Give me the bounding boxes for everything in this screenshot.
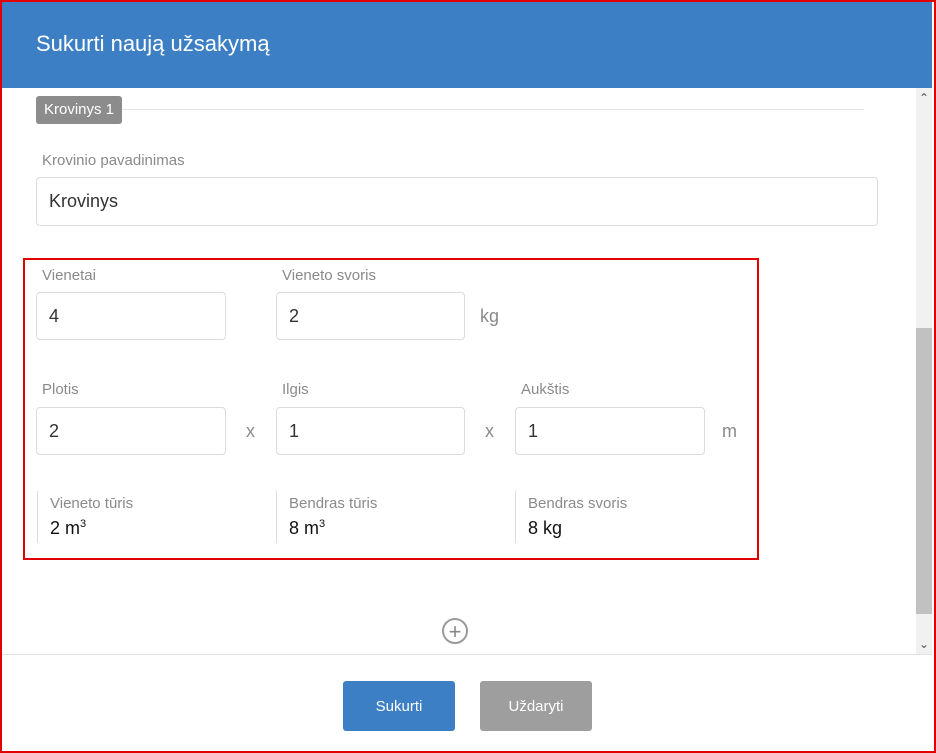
dialog-title: Sukurti naują užsakymą	[36, 31, 270, 56]
height-label: Aukštis	[521, 381, 570, 398]
length-input[interactable]	[276, 407, 465, 455]
unit-volume-stat: Vieneto tūris 2 m3	[37, 491, 133, 543]
total-weight-stat: Bendras svoris 8 kg	[515, 491, 627, 543]
section-divider	[36, 109, 864, 110]
cargo-section-label: Krovinys 1	[36, 96, 123, 124]
create-button[interactable]: Sukurti	[343, 681, 455, 731]
cargo-name-input[interactable]	[36, 177, 878, 226]
unit-weight-input[interactable]	[276, 292, 465, 340]
width-input[interactable]	[36, 407, 226, 455]
cargo-name-label: Krovinio pavadinimas	[42, 152, 185, 169]
scroll-down-arrow-icon[interactable]: ⌄	[916, 634, 932, 654]
plus-circle-icon: +	[448, 619, 462, 644]
unit-volume-label: Vieneto tūris	[50, 495, 134, 512]
scroll-up-arrow-icon[interactable]: ⌃	[916, 88, 932, 108]
scrollbar-thumb[interactable]	[916, 328, 932, 614]
times-symbol-1: x	[246, 421, 255, 441]
total-volume-stat: Bendras tūris 8 m3	[276, 491, 377, 543]
width-label: Plotis	[42, 381, 79, 398]
dialog-header: Sukurti naują užsakymą	[2, 2, 932, 88]
total-volume-label: Bendras tūris	[289, 495, 378, 512]
units-label: Vienetai	[42, 267, 96, 284]
length-label: Ilgis	[282, 381, 309, 398]
total-weight-value: 8 kg	[528, 518, 563, 538]
weight-unit: kg	[480, 306, 500, 326]
total-volume-value: 8 m3	[289, 518, 326, 538]
times-symbol-2: x	[485, 421, 494, 441]
units-input[interactable]	[36, 292, 226, 340]
close-button[interactable]: Uždaryti	[480, 681, 592, 731]
add-cargo-button[interactable]: +	[442, 618, 468, 644]
unit-volume-value: 2 m3	[50, 518, 87, 538]
dimension-unit: m	[722, 421, 737, 441]
vertical-scrollbar[interactable]: ⌃ ⌄	[916, 88, 932, 654]
dialog-content: Krovinys 1 Krovinio pavadinimas Vienetai…	[2, 88, 916, 654]
total-weight-label: Bendras svoris	[528, 495, 628, 512]
dialog-footer: Sukurti Uždaryti	[2, 654, 932, 750]
height-input[interactable]	[515, 407, 705, 455]
unit-weight-label: Vieneto svoris	[282, 267, 376, 284]
